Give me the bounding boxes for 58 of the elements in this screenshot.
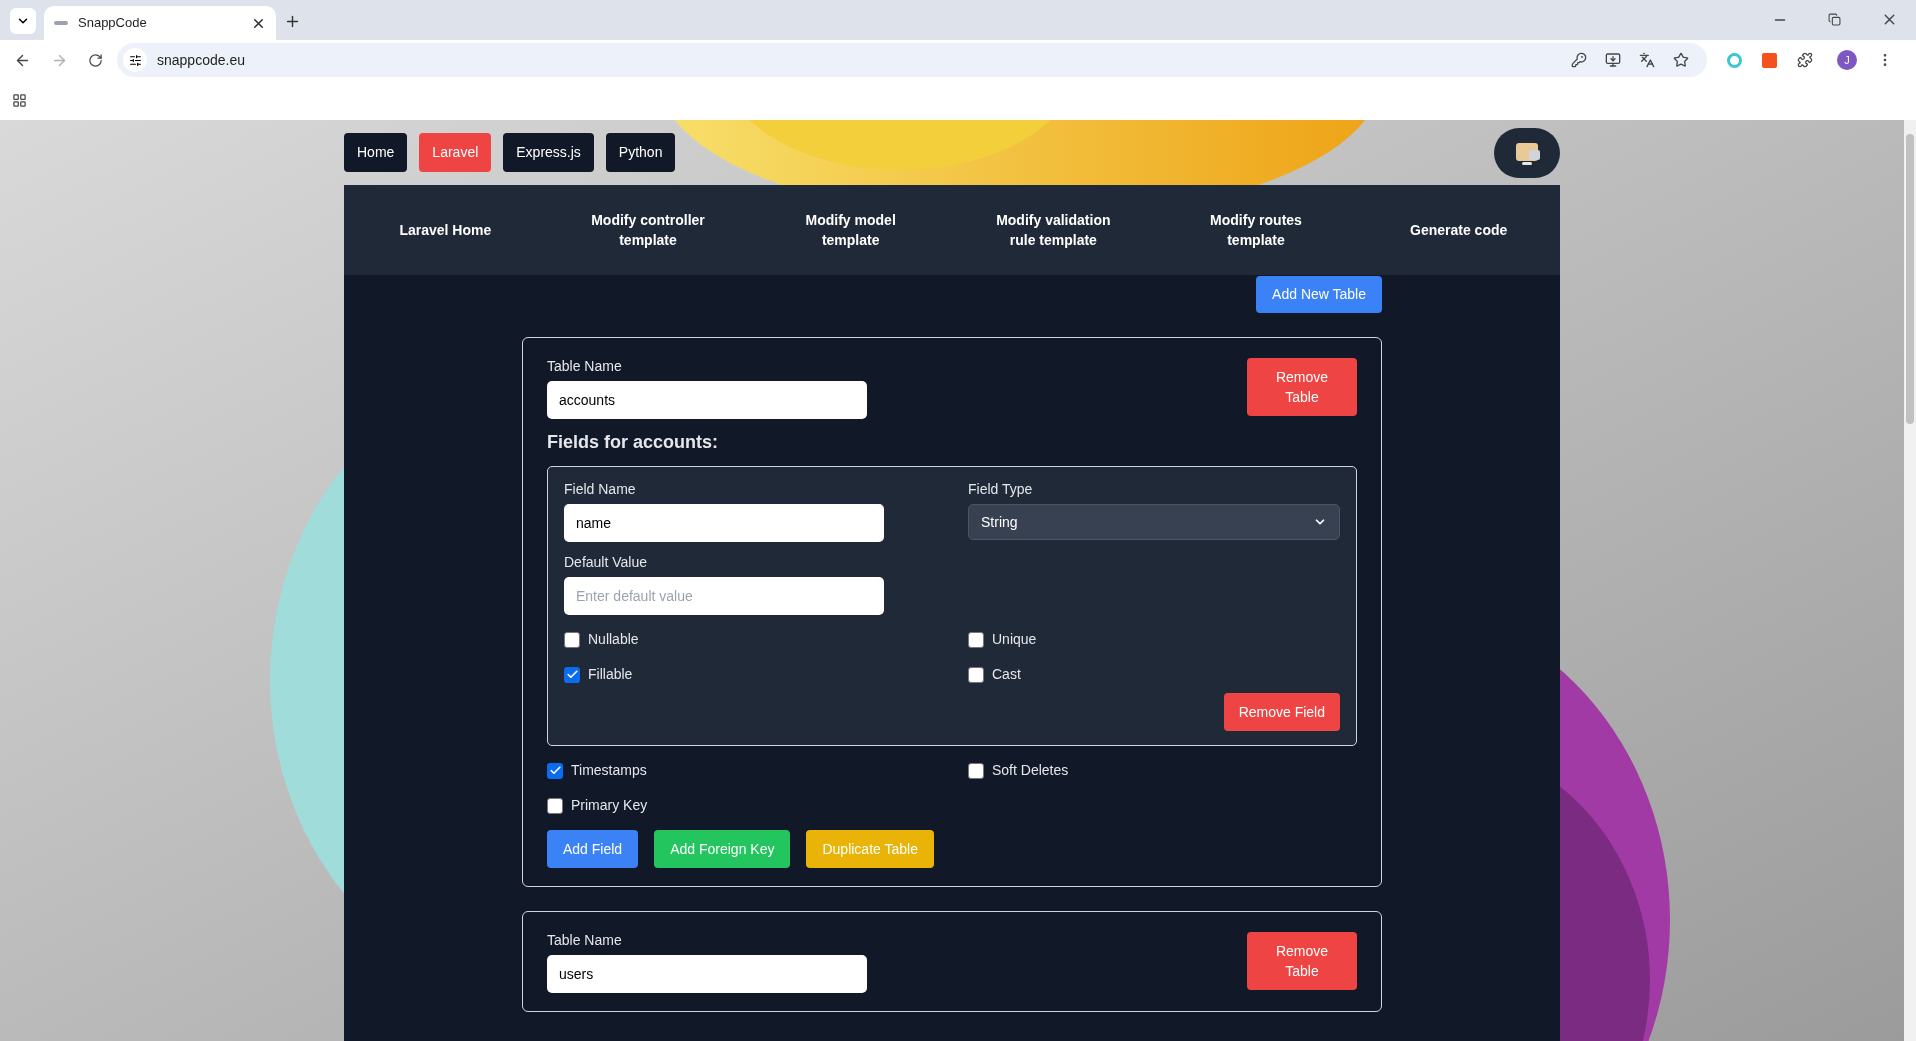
field-label: Table Name: [547, 357, 623, 376]
tab-search-button[interactable]: [10, 8, 36, 34]
field-label: Default Value: [564, 553, 648, 572]
checkbox-label: Unique: [992, 630, 1037, 649]
table-name-input[interactable]: users: [547, 955, 867, 993]
sub-nav-link[interactable]: Modify validation rule template: [952, 210, 1155, 250]
checkbox[interactable]: [968, 666, 984, 683]
site-settings-icon[interactable]: [128, 53, 142, 67]
site-nav-button[interactable]: Express.js: [503, 133, 594, 172]
site-nav-button[interactable]: Python: [605, 133, 676, 172]
bookmark-star-icon[interactable]: [1673, 52, 1689, 68]
extension-icon[interactable]: [1762, 52, 1777, 68]
sub-nav-link[interactable]: Modify model template: [749, 210, 952, 250]
address-bar[interactable]: snappcode.eu: [117, 43, 1707, 77]
apps-icon[interactable]: [12, 92, 27, 108]
install-icon[interactable]: [1605, 52, 1621, 68]
field-label: Field Name: [564, 480, 637, 499]
remove-table-button[interactable]: Remove Table: [1247, 358, 1357, 416]
site-nav-button[interactable]: Laravel: [419, 133, 492, 172]
profile-avatar[interactable]: J: [1837, 50, 1857, 70]
field-label: Field Type: [968, 480, 1034, 499]
sub-nav-link[interactable]: Modify controller template: [546, 210, 750, 250]
extensions-icon[interactable]: [1797, 52, 1813, 68]
favicon-icon: [54, 21, 68, 25]
action-button[interactable]: Add Field: [547, 830, 639, 868]
field-name-input[interactable]: name: [564, 504, 884, 542]
new-tab-icon[interactable]: [284, 13, 301, 30]
table-name-input[interactable]: accounts: [547, 381, 867, 419]
restore-icon[interactable]: [1828, 13, 1841, 26]
checkbox[interactable]: [547, 797, 563, 814]
fields-heading: Fields for accounts:: [547, 431, 720, 454]
sub-nav-link[interactable]: Modify routes template: [1154, 210, 1358, 250]
key-icon[interactable]: [1571, 52, 1587, 68]
checkbox-label: Fillable: [588, 665, 633, 684]
checkbox[interactable]: [968, 631, 984, 648]
translate-icon[interactable]: [1639, 52, 1655, 68]
sub-nav-link[interactable]: Generate code: [1357, 220, 1560, 240]
remove-table-button[interactable]: Remove Table: [1247, 932, 1357, 990]
add-new-table-button[interactable]: Add New Table: [1256, 276, 1382, 313]
checkbox-label: Cast: [992, 665, 1021, 684]
scrollbar[interactable]: [1904, 120, 1916, 1041]
checkbox-label: Timestamps: [571, 761, 647, 780]
checkbox-label: Primary Key: [571, 796, 648, 815]
field-label: Table Name: [547, 931, 623, 950]
url-text: snappcode.eu: [157, 50, 246, 70]
reload-icon[interactable]: [88, 52, 103, 68]
checkbox[interactable]: [564, 666, 580, 683]
checkbox[interactable]: [547, 762, 563, 779]
remove-field-button[interactable]: Remove Field: [1223, 693, 1340, 731]
sub-nav-link[interactable]: Laravel Home: [344, 220, 547, 240]
site-nav-button[interactable]: Home: [344, 133, 408, 172]
checkbox-label: Soft Deletes: [992, 761, 1069, 780]
checkbox[interactable]: [968, 762, 984, 779]
checkbox[interactable]: [564, 631, 580, 648]
browser-tab[interactable]: SnappCode: [44, 6, 276, 40]
field-type-select[interactable]: String: [968, 504, 1340, 540]
default-value-input[interactable]: Enter default value: [564, 577, 884, 615]
checkbox-label: Nullable: [588, 630, 639, 649]
